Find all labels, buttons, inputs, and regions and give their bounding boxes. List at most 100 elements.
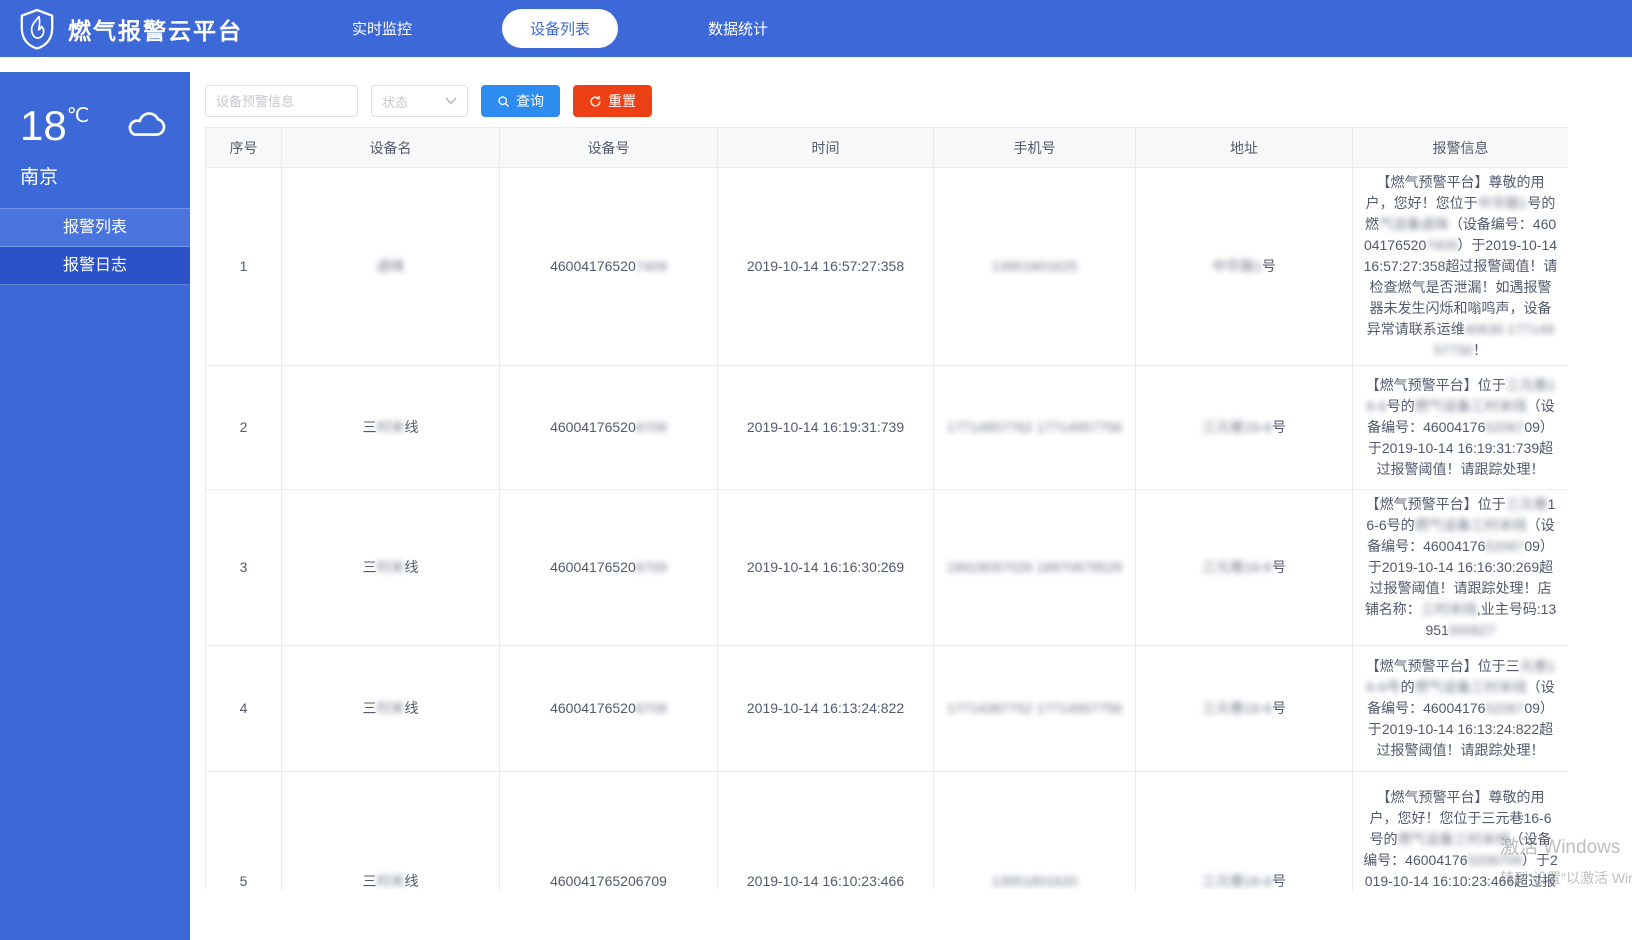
nav-device-list[interactable]: 设备列表	[502, 9, 618, 48]
table-cell: 460041765206709	[500, 772, 718, 891]
col-header-device-name: 设备名	[282, 128, 500, 168]
cell-text: 【燃气预警平台】位于	[1366, 377, 1506, 393]
col-header-device-no: 设备号	[500, 128, 718, 168]
search-icon	[497, 95, 510, 108]
table-cell: 2019-10-14 16:16:30:269	[718, 490, 934, 646]
cell-text: 【燃气预警平台】位于	[1366, 496, 1506, 512]
cell-text: 5	[240, 873, 248, 889]
table-cell: 3	[206, 490, 282, 646]
redacted-text: 6709	[636, 419, 667, 435]
table-cell: 三村米线	[282, 646, 500, 772]
table-cell: 【燃气预警平台】尊敬的用户，您好！您位于三元巷16-6号的燃气设备三村米线（设备…	[1353, 772, 1569, 891]
sidebar-menu: 报警列表 报警日志	[0, 208, 190, 285]
cell-text: 线	[405, 559, 419, 575]
table-cell: 【燃气预警平台】位于三元巷16-6号的燃气设备三村米线（设备编号：4600417…	[1353, 366, 1569, 490]
sidebar-item-alarm-list[interactable]: 报警列表	[0, 209, 190, 247]
top-header: 燃气报警云平台 实时监控 设备列表 数据统计	[0, 0, 1632, 57]
redacted-text: 000627	[1449, 622, 1496, 638]
status-select-placeholder: 状态	[382, 92, 408, 111]
shield-flame-icon	[18, 8, 56, 50]
app-title: 燃气报警云平台	[68, 12, 243, 46]
cell-text: 三	[363, 419, 377, 435]
cell-text: 2019-10-14 16:57:27:358	[747, 258, 904, 274]
table-cell: 1	[206, 168, 282, 366]
col-header-alarm-info: 报警信息	[1353, 128, 1569, 168]
table-cell: 【燃气预警平台】位于三元巷16-6号的燃气设备三村米线（设备编号：4600417…	[1353, 646, 1569, 772]
table-cell: 三村米线	[282, 490, 500, 646]
temperature: 18℃	[20, 94, 89, 148]
redacted-text: 燃气设备三村米线	[1415, 398, 1527, 414]
redacted-text: 6709	[636, 559, 667, 575]
cell-text: 号	[1272, 873, 1286, 889]
table-cell: 三村米线	[282, 366, 500, 490]
table-cell: 三村米线	[282, 772, 500, 891]
table-header-row: 序号 设备名 设备号 时间 手机号 地址 报警信息	[206, 128, 1569, 168]
table-cell: 460041765207409	[500, 168, 718, 366]
nav-realtime-monitor[interactable]: 实时监控	[330, 9, 434, 48]
table-cell: 460041765206709	[500, 366, 718, 490]
cell-text: 2	[240, 419, 248, 435]
redacted-text: 中华路1	[1212, 258, 1262, 274]
redacted-text: 5206709	[1467, 852, 1522, 868]
cell-text: 三	[363, 873, 377, 889]
cell-text: 号的	[1387, 398, 1415, 414]
table-cell: 三元巷16-6号	[1136, 490, 1353, 646]
table-cell: 2019-10-14 16:13:24:822	[718, 646, 934, 772]
cell-text: 2019-10-14 16:16:30:269	[747, 559, 904, 575]
table-cell: 13951801625	[934, 168, 1136, 366]
table-cell: 三元巷16-6号	[1136, 646, 1353, 772]
table-cell: 4	[206, 646, 282, 772]
col-header-phone: 手机号	[934, 128, 1136, 168]
redacted-text: 18918097026 18970679529	[947, 559, 1122, 575]
weather-widget: 18℃ 南京	[0, 72, 190, 208]
reset-button[interactable]: 重置	[573, 85, 652, 117]
redacted-text: 三元巷16-6	[1202, 419, 1272, 435]
cell-text: 号	[1262, 258, 1276, 274]
redacted-text: 三元巷16-6	[1202, 873, 1272, 889]
redacted-text: 13951801620	[992, 873, 1078, 889]
cell-text: 460041765206709	[550, 873, 667, 889]
redacted-text: 村米	[377, 419, 405, 435]
table-cell: 460041765206709	[500, 646, 718, 772]
redacted-text: 燃气设备三村米线	[1398, 831, 1510, 847]
cell-text: 三	[363, 700, 377, 716]
sidebar: 18℃ 南京 报警列表 报警日志	[0, 72, 190, 940]
cell-text: 4	[240, 700, 248, 716]
redacted-text: 三元巷16-6	[1202, 559, 1272, 575]
table-row: 2三村米线4600417652067092019-10-14 16:19:31:…	[206, 366, 1569, 490]
nav-data-statistics[interactable]: 数据统计	[686, 9, 790, 48]
toolbar: 状态 查询 重置	[190, 57, 1632, 117]
table-cell: 13951801620	[934, 772, 1136, 891]
cell-text: 46004176520	[550, 559, 636, 575]
redacted-text: 7409	[636, 258, 667, 274]
col-header-index: 序号	[206, 128, 282, 168]
redacted-text: 三村米线	[1421, 601, 1477, 617]
status-select[interactable]: 状态	[371, 85, 468, 117]
table-cell: 5	[206, 772, 282, 891]
cell-text: 线	[405, 419, 419, 435]
redacted-text: 村米	[377, 700, 405, 716]
cell-text: 2019-10-14 16:10:23:466	[747, 873, 904, 889]
cell-text: 1	[240, 258, 248, 274]
table-cell: 中华路1号	[1136, 168, 1353, 366]
table-cell: 460041765206709	[500, 490, 718, 646]
table-cell: 卤味	[282, 168, 500, 366]
cell-text: 线	[405, 873, 419, 889]
redacted-text: 52067	[1485, 538, 1524, 554]
sidebar-item-alarm-log[interactable]: 报警日志	[0, 247, 190, 285]
main-content: 状态 查询 重置	[190, 57, 1632, 940]
chevron-down-icon	[445, 97, 457, 105]
redacted-text: 燃气设备三村米线	[1415, 517, 1527, 533]
table-row: 1 卤味 460041765207409 2019-10-14 16:57:27:35…	[206, 168, 1569, 366]
redacted-text: 三元巷16-6	[1202, 700, 1272, 716]
redacted-text: 6709	[636, 700, 667, 716]
cell-text: 线	[405, 700, 419, 716]
cell-text: 2019-10-14 16:19:31:739	[747, 419, 904, 435]
redacted-text: 气设备卤味	[1379, 216, 1449, 232]
table-row: 4三村米线4600417652067092019-10-14 16:13:24:…	[206, 646, 1569, 772]
col-header-address: 地址	[1136, 128, 1353, 168]
query-button[interactable]: 查询	[481, 85, 560, 117]
redacted-text: 卤味	[377, 258, 405, 274]
temperature-unit: ℃	[67, 105, 89, 127]
search-input[interactable]	[205, 85, 358, 117]
